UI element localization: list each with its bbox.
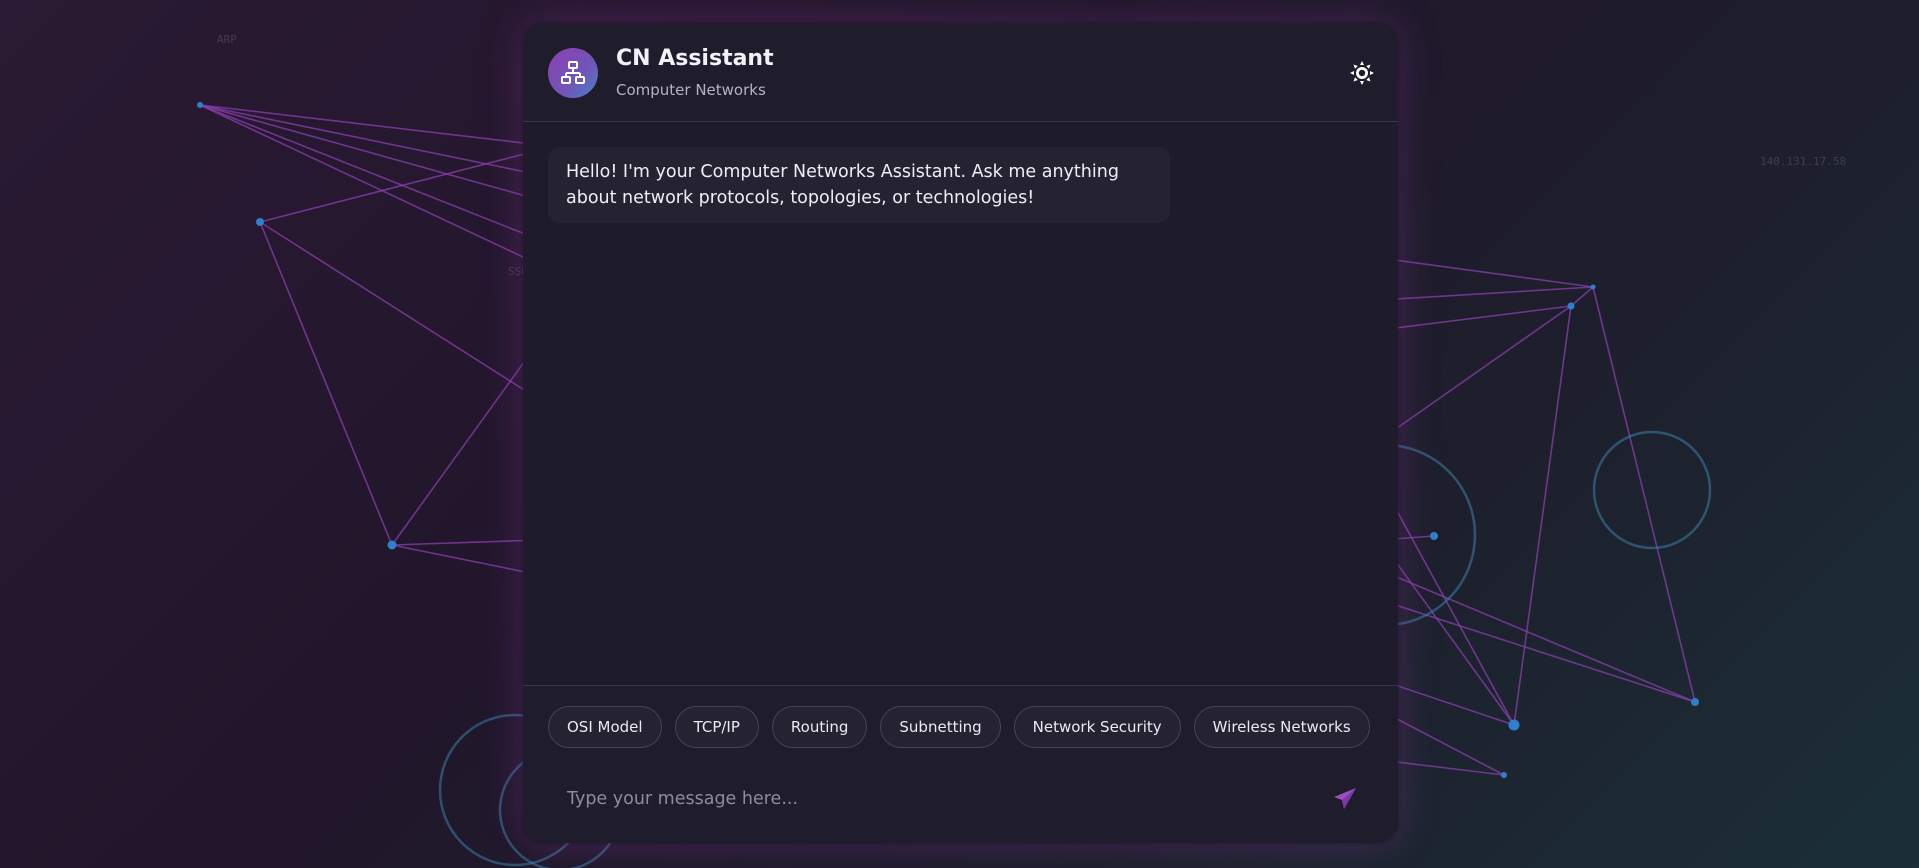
bg-protocol-label: ARP: [217, 33, 237, 46]
app-subtitle: Computer Networks: [616, 81, 766, 99]
bg-ip-label: 140.131.17.58: [1760, 155, 1847, 168]
message-list[interactable]: Hello! I'm your Computer Networks Assist…: [523, 122, 1398, 684]
topic-chip-wireless-networks[interactable]: Wireless Networks: [1193, 706, 1370, 748]
topic-chip-osi-model[interactable]: OSI Model: [548, 706, 662, 748]
assistant-avatar: [548, 48, 598, 98]
sun-icon: [1350, 61, 1374, 85]
chat-header: CN Assistant Computer Networks: [523, 23, 1398, 122]
topic-chip-subnetting[interactable]: Subnetting: [880, 706, 1001, 748]
quick-topics-bar: OSI Model TCP/IP Routing Subnetting Netw…: [523, 685, 1398, 756]
chat-window: CN Assistant Computer Networks Hello! I'…: [523, 23, 1398, 843]
topic-chip-network-security[interactable]: Network Security: [1013, 706, 1181, 748]
message-input[interactable]: [565, 780, 1269, 818]
topic-chip-tcp-ip[interactable]: TCP/IP: [674, 706, 759, 748]
send-button[interactable]: [1332, 786, 1358, 812]
message-composer: [523, 766, 1398, 843]
topic-chip-routing[interactable]: Routing: [771, 706, 868, 748]
assistant-message: Hello! I'm your Computer Networks Assist…: [548, 147, 1170, 223]
theme-toggle-button[interactable]: [1348, 59, 1376, 87]
paper-plane-icon: [1334, 788, 1356, 809]
app-title: CN Assistant: [616, 46, 774, 71]
network-icon: [561, 61, 585, 84]
